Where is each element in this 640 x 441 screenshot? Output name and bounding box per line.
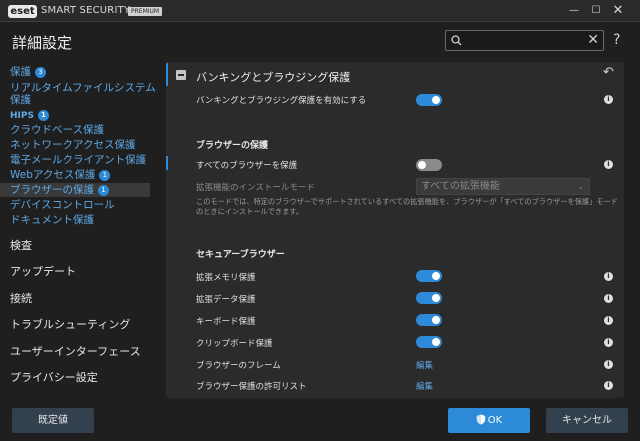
count-badge: 3 xyxy=(35,67,46,78)
sidebar-item-document-protection[interactable]: ドキュメント保護 xyxy=(10,213,94,227)
info-icon[interactable]: i xyxy=(604,294,613,303)
settings-panel: バンキングとブラウジング保護 ↶ バンキングとブラウジング保護を有効にする i … xyxy=(166,62,624,398)
help-icon[interactable]: ? xyxy=(613,32,620,48)
edit-allowlist-link[interactable]: 編集 xyxy=(416,380,433,392)
edition-badge: PREMIUM xyxy=(128,7,163,16)
setting-row-label: 拡張データ保護 xyxy=(196,295,256,305)
default-button[interactable]: 既定値 xyxy=(12,408,94,433)
browser-protection-heading: ブラウザーの保護 xyxy=(196,141,269,151)
setting-row-label: クリップボード保護 xyxy=(196,339,273,349)
info-icon[interactable]: i xyxy=(604,381,613,390)
install-mode-description: このモードでは、特定のブラウザーでサポートされているすべての拡張機能を、ブラウザ… xyxy=(196,197,618,216)
sidebar-item-device-control[interactable]: デバイスコントロール xyxy=(10,198,115,212)
sidebar-item-protection[interactable]: 保護 3 xyxy=(10,65,46,79)
search-icon xyxy=(451,35,462,49)
info-icon[interactable]: i xyxy=(604,95,613,104)
minimize-button[interactable]: — xyxy=(566,3,582,19)
info-icon[interactable]: i xyxy=(604,272,613,281)
info-icon[interactable]: i xyxy=(604,316,613,325)
title-bar: eset SMART SECURITY PREMIUM — ☐ ✕ xyxy=(0,0,640,22)
sidebar-item-scan[interactable]: 検査 xyxy=(10,237,32,253)
enable-banking-label: バンキングとブラウジング保護を有効にする xyxy=(196,96,367,106)
revert-icon[interactable]: ↶ xyxy=(603,65,614,80)
count-badge: 1 xyxy=(99,170,111,181)
sidebar-item-email-client[interactable]: 電子メールクライアント保護 xyxy=(10,153,146,167)
section-title: バンキングとブラウジング保護 xyxy=(196,71,351,84)
collapse-icon[interactable] xyxy=(176,70,186,80)
section-header[interactable]: バンキングとブラウジング保護 ↶ xyxy=(166,62,624,86)
extended-memory-toggle[interactable] xyxy=(416,270,442,282)
sidebar-item-user-interface[interactable]: ユーザーインターフェース xyxy=(10,343,141,359)
clipboard-protection-toggle[interactable] xyxy=(416,336,442,348)
cancel-button[interactable]: キャンセル xyxy=(546,408,628,433)
setting-row-label: ブラウザー保護の許可リスト xyxy=(196,382,307,392)
all-browsers-toggle[interactable] xyxy=(416,159,442,171)
sidebar-item-web-access[interactable]: Webアクセス保護 1 xyxy=(10,168,111,182)
info-icon[interactable]: i xyxy=(604,160,613,169)
page-title: 詳細設定 xyxy=(12,34,73,52)
sidebar-item-cloud[interactable]: クラウドベース保護 xyxy=(10,123,104,137)
sidebar-item-hips[interactable]: HIPS 1 xyxy=(10,109,49,123)
info-icon[interactable]: i xyxy=(604,338,613,347)
shield-icon xyxy=(476,410,486,435)
eset-logo: eset xyxy=(8,5,37,18)
setting-row-label: ブラウザーのフレーム xyxy=(196,361,281,371)
secure-browser-heading: セキュアーブラウザー xyxy=(196,250,285,260)
sidebar-item-realtime-fs[interactable]: リアルタイムファイルシステム xyxy=(10,81,156,95)
product-name: SMART SECURITY xyxy=(41,5,131,16)
sidebar-item-connection[interactable]: 接続 xyxy=(10,290,32,306)
search-input[interactable]: ✕ xyxy=(445,30,604,51)
chevron-down-icon: ⌄ xyxy=(577,182,584,191)
install-mode-label: 拡張機能のインストールモード xyxy=(196,183,315,193)
sidebar-item-realtime-fs-protection[interactable]: 保護 xyxy=(10,93,31,107)
sidebar: 保護 3 リアルタイムファイルシステム 保護 HIPS 1 クラウドベース保護 ネッ… xyxy=(0,62,160,392)
clear-search-icon[interactable]: ✕ xyxy=(587,32,599,48)
close-button[interactable]: ✕ xyxy=(610,3,626,19)
row-accent xyxy=(166,156,168,170)
sidebar-item-network-access[interactable]: ネットワークアクセス保護 xyxy=(10,138,135,152)
ok-button[interactable]: OK xyxy=(448,408,530,433)
maximize-button[interactable]: ☐ xyxy=(588,3,604,19)
keyboard-protection-toggle[interactable] xyxy=(416,314,442,326)
sidebar-item-troubleshooting[interactable]: トラブルシューティング xyxy=(10,316,130,332)
sidebar-item-privacy[interactable]: プライバシー設定 xyxy=(10,369,98,385)
setting-row-label: 拡張メモリ保護 xyxy=(196,273,256,283)
info-icon[interactable]: i xyxy=(604,360,613,369)
count-badge: 1 xyxy=(37,110,49,121)
sidebar-item-browser-protection[interactable]: ブラウザーの保護 1 xyxy=(0,183,150,197)
extended-data-toggle[interactable] xyxy=(416,292,442,304)
enable-banking-toggle[interactable] xyxy=(416,94,442,106)
edit-browser-frame-link[interactable]: 編集 xyxy=(416,359,433,371)
sidebar-item-update[interactable]: アップデート xyxy=(10,263,76,279)
install-mode-dropdown[interactable]: すべての拡張機能 ⌄ xyxy=(416,178,590,195)
setting-row-label: キーボード保護 xyxy=(196,317,256,327)
count-badge: 1 xyxy=(98,185,109,196)
section-accent xyxy=(166,62,168,86)
all-browsers-label: すべてのブラウザーを保護 xyxy=(196,161,298,171)
